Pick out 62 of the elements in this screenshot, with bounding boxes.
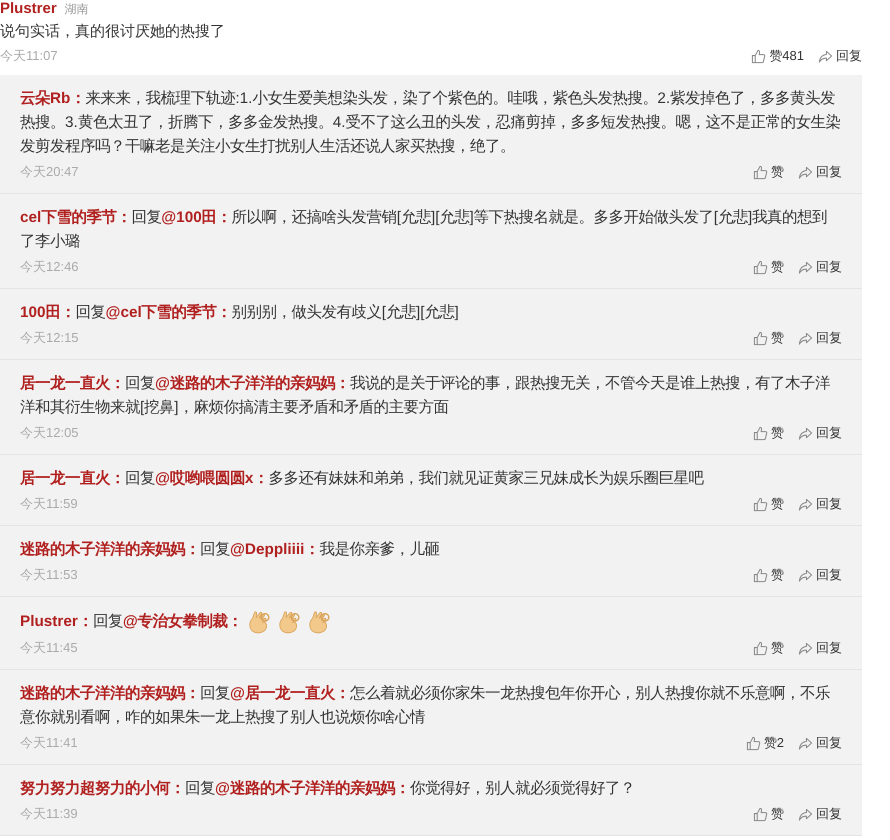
thumbs-up-icon: [753, 426, 768, 440]
share-arrow-icon: [798, 640, 813, 656]
reply-button[interactable]: 回复: [798, 163, 842, 181]
reply-time: 今天11:59: [20, 495, 78, 513]
share-arrow-icon: [798, 568, 813, 582]
like-button[interactable]: 赞: [753, 258, 784, 276]
reply-text: 迷路的木子洋洋的亲妈妈：回复@居一龙一直火：怎么着就必须你家朱一龙热搜包年你开心，别人热搜你就不乐意啊，不乐意你就别看啊，咋的如果朱一龙上热搜了别人也说烦你啥心情: [20, 684, 831, 728]
comment-text: 说句实话，真的很讨厌她的热搜了: [0, 22, 226, 41]
reply-text: 努力努力超努力的小何：回复@迷路的木子洋洋的亲妈妈：你觉得好，别人就必须觉得好了？: [20, 778, 635, 799]
reply-button[interactable]: 回复: [798, 639, 842, 657]
reply-button[interactable]: 回复: [818, 47, 862, 65]
like-button[interactable]: 赞: [753, 805, 784, 823]
reply-button[interactable]: 回复: [798, 258, 842, 276]
reply-time: 今天12:15: [20, 329, 79, 347]
like-button[interactable]: 赞: [753, 329, 784, 347]
reply-text: 迷路的木子洋洋的亲妈妈：回复@Deppliiii：我是你亲爹，儿砸: [20, 540, 440, 560]
reply-text: cel下雪的季节：回复@100田：所以啊，还搞啥头发营销[允悲][允悲]等下热搜名就是。多多开始做头发了[允悲]我真的想到了李小璐: [20, 208, 828, 252]
reply-text: 居一龙一直火：回复@迷路的木子洋洋的亲妈妈：我说的是关于评论的事，跟热搜无关，不管今天是谁上热搜，有了木子洋洋和其衍生物来就[挖鼻]，麻烦你搞清主要矛盾和矛盾的主要方面: [20, 374, 831, 418]
thumbs-up-icon: [753, 568, 768, 582]
reply-text: Plustrer：回复@专治女拳制裁：: [20, 612, 243, 632]
reply-text: 云朵Rb：来来来，我梳理下轨迹:1.小女生爱美想染头发，染了个紫色的。哇哦，紫色头发热搜。2.紫发掉色了，多多黄头发热搜。3.黄色太丑了，折腾下，多多金发热搜。4.受不了这么丑的头发，忍痛剪掉，多多短发热搜。嗯，这不是正常的女生染发剪发程序吗？干嘛老是关注小女生打扰别人生活还说人家买热搜，绝了。: [20, 88, 842, 157]
share-arrow-icon: [798, 260, 813, 274]
share-arrow-icon: [818, 48, 833, 64]
thumbs-up-icon: [751, 48, 766, 64]
reply-button[interactable]: 回复: [798, 495, 842, 513]
reply-button[interactable]: 回复: [798, 566, 842, 584]
like-button[interactable]: 赞: [753, 566, 784, 584]
share-arrow-icon: [798, 426, 813, 440]
thumbs-up-icon: [753, 496, 768, 512]
reply-time: 今天12:05: [20, 424, 79, 442]
thumbs-up-icon: [746, 736, 761, 750]
like-button[interactable]: 赞: [753, 163, 784, 181]
reply-time: 今天11:41: [20, 734, 78, 752]
location-label: 湖南: [64, 1, 89, 18]
share-arrow-icon: [798, 164, 813, 180]
reply-time: 今天12:46: [20, 258, 79, 276]
reply-text: 100田：回复@cel下雪的季节：别别别，做头发有歧义[允悲][允悲]: [20, 302, 459, 323]
like-button[interactable]: 赞: [753, 495, 784, 513]
thumbs-up-icon: [753, 330, 768, 346]
reply-button[interactable]: 回复: [798, 424, 842, 442]
thumbs-up-icon: [753, 806, 768, 822]
share-arrow-icon: [798, 496, 813, 512]
reply-time: 今天11:53: [20, 566, 78, 584]
thumbs-up-icon: [753, 260, 768, 274]
share-arrow-icon: [798, 736, 813, 750]
like-button[interactable]: 赞481: [751, 47, 804, 65]
author-link[interactable]: Plustrer: [0, 0, 57, 17]
share-arrow-icon: [798, 806, 813, 822]
thumbs-up-icon: [753, 640, 768, 656]
like-button[interactable]: 赞2: [746, 734, 784, 752]
reply-time: 今天20:47: [20, 163, 79, 181]
reply-button[interactable]: 回复: [798, 805, 842, 823]
reply-button[interactable]: 回复: [798, 734, 842, 752]
reply-time: 今天11:39: [20, 805, 78, 823]
like-button[interactable]: 赞: [753, 639, 784, 657]
reply-text: 居一龙一直火：回复@哎哟喂圆圆x：多多还有妹妹和弟弟，我们就见证黄家三兄妹成长为娱乐圈巨星吧: [20, 469, 704, 489]
share-arrow-icon: [798, 330, 813, 346]
comment-time: 今天11:07: [0, 47, 58, 65]
like-button[interactable]: 赞: [753, 424, 784, 442]
reply-button[interactable]: 回复: [798, 329, 842, 347]
reply-time: 今天11:45: [20, 639, 78, 657]
thumbs-up-icon: [753, 164, 768, 180]
